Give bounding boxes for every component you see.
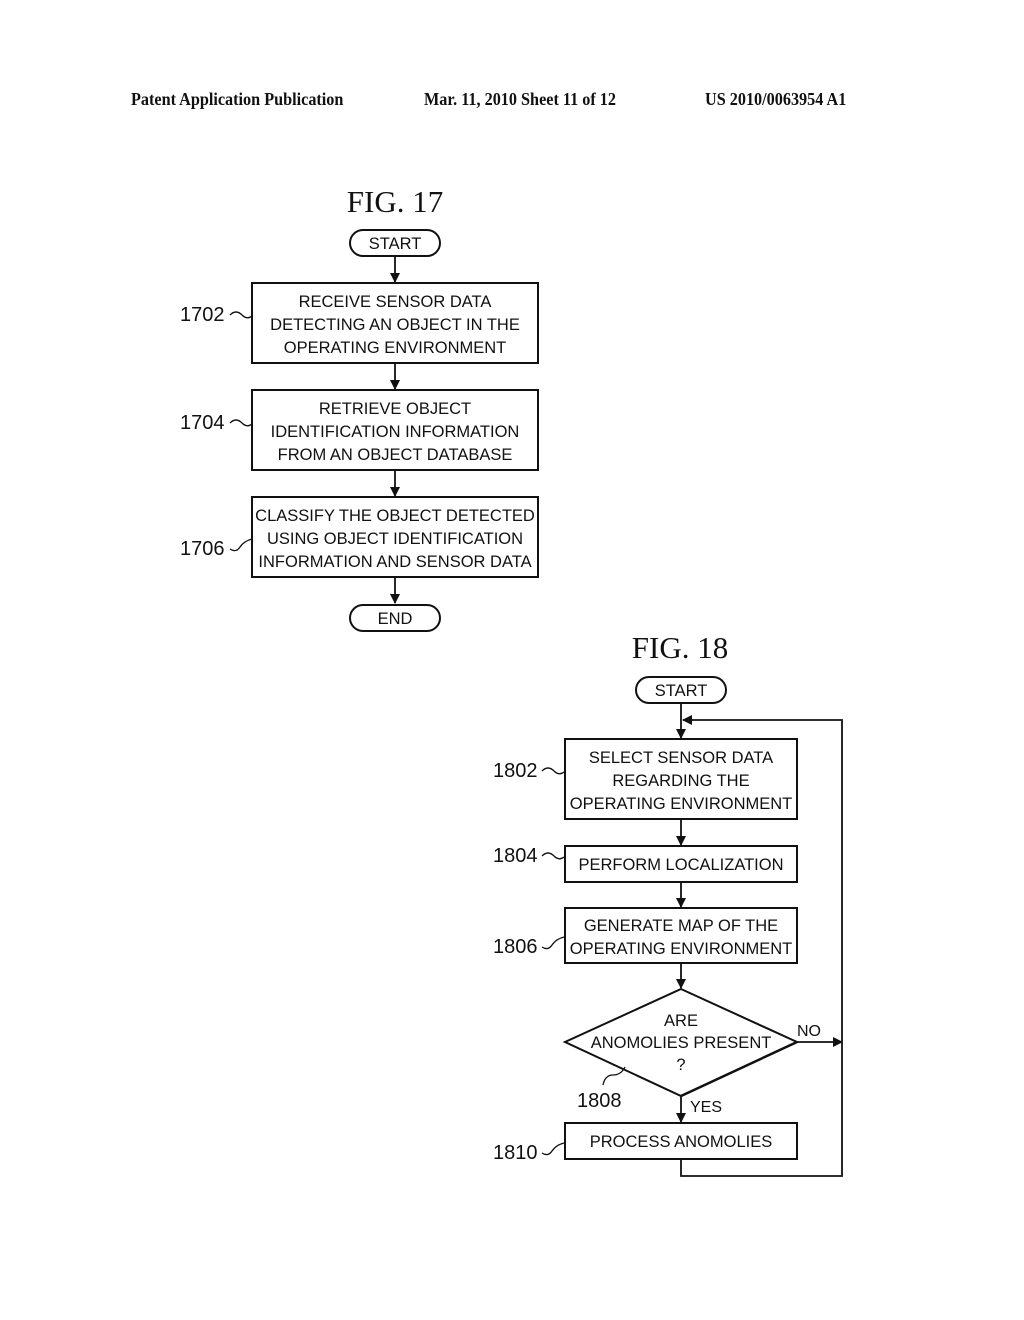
fig18-step-1804: PERFORM LOCALIZATION <box>564 845 798 883</box>
step-text: SELECT SENSOR DATA <box>589 749 773 767</box>
step-text: REGARDING THE <box>612 772 749 790</box>
ref-1808: 1808 <box>577 1090 622 1112</box>
ref-1706: 1706 <box>180 538 225 560</box>
ref-1810: 1810 <box>493 1142 538 1164</box>
ref-1802: 1802 <box>493 760 538 782</box>
fig18-start-terminal: START <box>635 676 727 704</box>
fig18-decision-1808: ARE ANOMOLIES PRESENT ? <box>562 987 800 1098</box>
leader-line <box>541 936 565 950</box>
step-text: OPERATING ENVIRONMENT <box>570 940 792 958</box>
fig17-title: FIG. 17 <box>347 184 443 219</box>
decision-text: ANOMOLIES PRESENT <box>591 1034 772 1052</box>
fig17-end-label: END <box>378 610 413 628</box>
leader-line <box>602 1066 626 1086</box>
fig17-end-terminal: END <box>349 604 441 632</box>
step-text: INFORMATION AND SENSOR DATA <box>258 553 531 571</box>
step-text: RECEIVE SENSOR DATA <box>299 293 492 311</box>
step-text: GENERATE MAP OF THE <box>584 917 778 935</box>
step-text: OPERATING ENVIRONMENT <box>570 795 792 813</box>
step-text: FROM AN OBJECT DATABASE <box>278 446 513 464</box>
step-text: DETECTING AN OBJECT IN THE <box>270 316 520 334</box>
fig18-step-1806: GENERATE MAP OF THE OPERATING ENVIRONMEN… <box>564 907 798 964</box>
ref-1804: 1804 <box>493 845 538 867</box>
fig17-start-terminal: START <box>349 229 441 257</box>
step-text: RETRIEVE OBJECT <box>319 400 471 418</box>
ref-1702: 1702 <box>180 304 225 326</box>
step-text: USING OBJECT IDENTIFICATION <box>267 530 523 548</box>
step-text: CLASSIFY THE OBJECT DETECTED <box>255 507 535 525</box>
fig17-step-1702: RECEIVE SENSOR DATA DETECTING AN OBJECT … <box>251 282 539 364</box>
leader-line <box>541 1142 565 1156</box>
fig17-step-1704: RETRIEVE OBJECT IDENTIFICATION INFORMATI… <box>251 389 539 471</box>
leader-line <box>541 852 565 860</box>
no-label: NO <box>797 1023 821 1040</box>
step-text: PERFORM LOCALIZATION <box>578 856 783 874</box>
leader-line <box>229 538 253 552</box>
step-text: IDENTIFICATION INFORMATION <box>271 423 520 441</box>
fig17-step-1706: CLASSIFY THE OBJECT DETECTED USING OBJEC… <box>251 496 539 578</box>
step-text: PROCESS ANOMOLIES <box>590 1133 772 1151</box>
leader-line <box>229 311 253 319</box>
fig18-step-1802: SELECT SENSOR DATA REGARDING THE OPERATI… <box>564 738 798 820</box>
fig18-title: FIG. 18 <box>632 630 728 665</box>
fig18-start-label: START <box>655 682 708 700</box>
leader-line <box>541 767 565 775</box>
leader-line <box>229 419 253 427</box>
fig18-step-1810: PROCESS ANOMOLIES <box>564 1122 798 1160</box>
flowchart-canvas: FIG. 17 START RECEIVE SENSOR DATA DETECT… <box>180 184 843 1177</box>
decision-text: ? <box>676 1056 685 1074</box>
ref-1806: 1806 <box>493 936 538 958</box>
decision-text: ARE <box>664 1012 698 1030</box>
fig17-start-label: START <box>369 235 422 253</box>
yes-label: YES <box>690 1099 722 1116</box>
ref-1704: 1704 <box>180 412 225 434</box>
step-text: OPERATING ENVIRONMENT <box>284 339 506 357</box>
